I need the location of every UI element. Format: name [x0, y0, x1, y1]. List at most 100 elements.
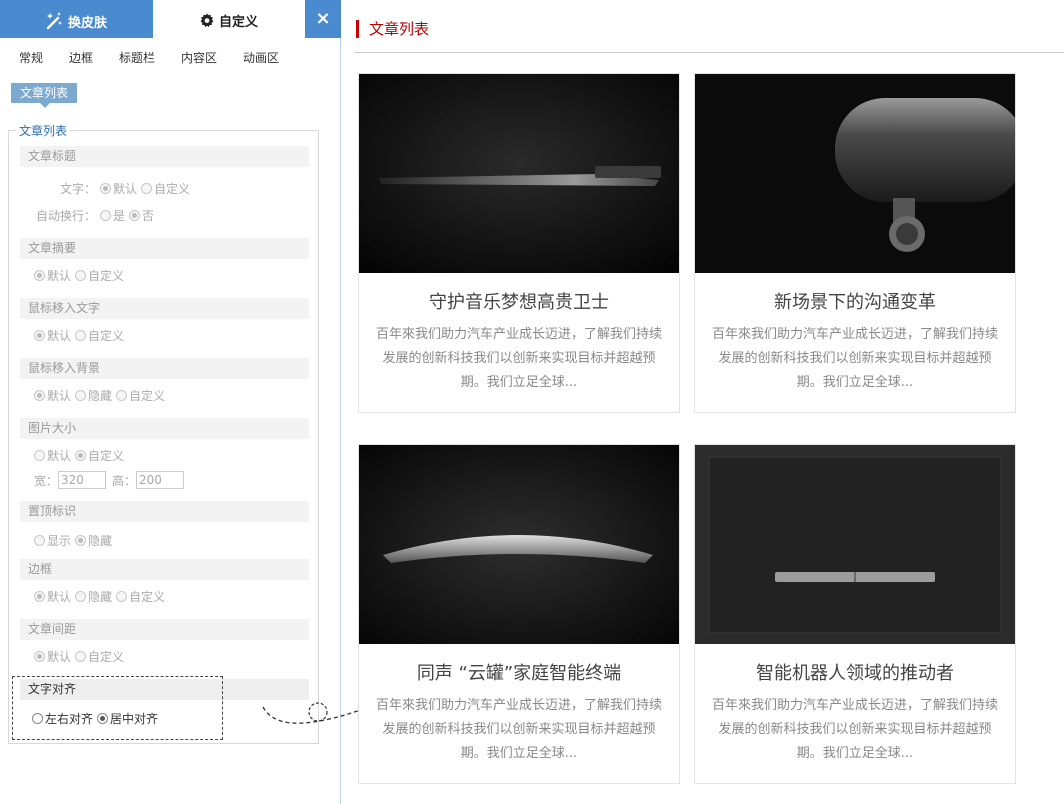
- radio-hover-text-default[interactable]: [34, 329, 45, 341]
- article-card[interactable]: 同声 “云罐”家庭智能终端 百年來我们助力汽车产业成长迈进，了解我们持续发展的创…: [358, 444, 680, 784]
- width-label: 宽：: [34, 473, 59, 488]
- title-divider: [354, 52, 1064, 53]
- subnav-border[interactable]: 边框: [69, 49, 93, 66]
- tab-custom-label: 自定义: [219, 15, 259, 30]
- radio-top-show[interactable]: [34, 534, 45, 546]
- article-card[interactable]: 智能机器人领域的推动者 百年來我们助力汽车产业成长迈进，了解我们持续发展的创新科…: [694, 444, 1016, 784]
- article-title[interactable]: 新场景下的沟通变革: [695, 288, 1015, 314]
- panel-tabs: 换皮肤 自定义 ×: [0, 0, 341, 38]
- tab-skin[interactable]: 换皮肤: [0, 0, 153, 38]
- row-image-size: 默认 自定义: [30, 447, 124, 463]
- radio-label: 自定义: [88, 649, 125, 664]
- settings-group-legend: 文章列表: [16, 122, 71, 139]
- radio-img-default[interactable]: [34, 449, 45, 461]
- row-spacing: 默认 自定义: [30, 648, 124, 664]
- radio-summary-default[interactable]: [34, 269, 45, 281]
- width-input[interactable]: 320: [58, 471, 107, 489]
- close-icon: ×: [315, 8, 331, 29]
- radio-label: 默认: [47, 388, 72, 403]
- article-summary: 百年來我们助力汽车产业成长迈进，了解我们持续发展的创新科技我们以创新来实现目标并…: [375, 698, 662, 761]
- sub-navigation: 常规 边框 标题栏 内容区 动画区: [0, 38, 341, 75]
- article-card[interactable]: 新场景下的沟通变革 百年來我们助力汽车产业成长迈进，了解我们持续发展的创新科技我…: [694, 73, 1016, 413]
- article-summary: 百年來我们助力汽车产业成长迈进，了解我们持续发展的创新科技我们以创新来实现目标并…: [711, 698, 998, 761]
- magic-wand-icon: [46, 12, 62, 30]
- article-title[interactable]: 智能机器人领域的推动者: [695, 659, 1015, 685]
- radio-border-hide[interactable]: [75, 590, 87, 602]
- radio-label: 隐藏: [88, 589, 113, 604]
- radio-title-default[interactable]: [100, 182, 112, 194]
- radio-summary-custom[interactable]: [75, 269, 87, 281]
- radio-label: 否: [142, 208, 155, 223]
- radio-top-hide[interactable]: [75, 534, 87, 546]
- wrap-label: 自动换行：: [36, 208, 97, 223]
- section-border: 边框: [20, 559, 309, 580]
- radio-img-custom[interactable]: [75, 449, 87, 461]
- radio-label: 显示: [47, 533, 72, 548]
- radio-label: 自定义: [88, 328, 125, 343]
- radio-border-default[interactable]: [34, 590, 45, 602]
- section-hover-text: 鼠标移入文字: [20, 298, 309, 319]
- radio-wrap-no[interactable]: [129, 209, 141, 221]
- radio-label: 是: [113, 208, 126, 223]
- article-title[interactable]: 守护音乐梦想高贵卫士: [359, 288, 679, 314]
- section-top-mark: 置顶标识: [20, 501, 309, 522]
- radio-title-custom[interactable]: [141, 182, 153, 194]
- article-summary: 百年來我们助力汽车产业成长迈进，了解我们持续发展的创新科技我们以创新来实现目标并…: [375, 327, 662, 390]
- radio-label: 隐藏: [88, 533, 113, 548]
- article-thumbnail[interactable]: [359, 74, 679, 273]
- subnav-content[interactable]: 内容区: [181, 49, 217, 66]
- article-list-preview: 文章列表 守护音乐梦想高贵卫士 百年來我们助力汽车产业成长迈进，了解我们持续发展…: [342, 0, 1064, 804]
- article-title[interactable]: 同声 “云罐”家庭智能终端: [359, 659, 679, 685]
- radio-label: 自定义: [129, 388, 166, 403]
- section-spacing: 文章间距: [20, 619, 309, 640]
- row-image-dimensions: 宽： 320 高： 200: [34, 471, 190, 489]
- title-text-label: 文字：: [60, 181, 97, 196]
- article-thumbnail[interactable]: [695, 74, 1015, 273]
- radio-border-custom[interactable]: [116, 590, 128, 602]
- radio-hover-bg-custom[interactable]: [116, 389, 128, 401]
- radio-label: 自定义: [154, 181, 191, 196]
- gear-icon: [200, 13, 214, 27]
- radio-label: 默认: [47, 328, 72, 343]
- row-hover-text: 默认 自定义: [30, 327, 124, 343]
- radio-label: 默认: [47, 448, 72, 463]
- radio-label: 自定义: [88, 268, 125, 283]
- article-thumbnail[interactable]: [695, 445, 1015, 644]
- radio-label: 默认: [113, 181, 138, 196]
- breadcrumb: 文章列表: [11, 83, 77, 108]
- row-hover-bg: 默认 隐藏 自定义: [30, 387, 165, 403]
- radio-spacing-default[interactable]: [34, 650, 45, 662]
- row-title-text: 文字： 默认 自定义: [60, 180, 190, 196]
- article-card[interactable]: 守护音乐梦想高贵卫士 百年來我们助力汽车产业成长迈进，了解我们持续发展的创新科技…: [358, 73, 680, 413]
- radio-label: 默认: [47, 589, 72, 604]
- article-thumbnail[interactable]: [359, 445, 679, 644]
- radio-label: 隐藏: [88, 388, 113, 403]
- radio-label: 默认: [47, 649, 72, 664]
- radio-label: 自定义: [129, 589, 166, 604]
- row-border: 默认 隐藏 自定义: [30, 588, 165, 604]
- radio-label: 默认: [47, 268, 72, 283]
- radio-spacing-custom[interactable]: [75, 650, 87, 662]
- section-summary: 文章摘要: [20, 238, 309, 259]
- section-hover-bg: 鼠标移入背景: [20, 358, 309, 379]
- row-top-mark: 显示 隐藏: [30, 532, 112, 548]
- height-input[interactable]: 200: [136, 471, 185, 489]
- radio-hover-bg-hide[interactable]: [75, 389, 87, 401]
- customize-panel: 换皮肤 自定义 × 常规 边框 标题栏 内容区 动画区 文章列表 文章列表 文章…: [0, 0, 341, 804]
- tab-custom[interactable]: 自定义: [153, 0, 305, 38]
- radio-hover-text-custom[interactable]: [75, 329, 87, 341]
- close-button[interactable]: ×: [305, 0, 341, 38]
- highlight-box: [12, 676, 223, 740]
- radio-hover-bg-default[interactable]: [34, 389, 45, 401]
- row-summary: 默认 自定义: [30, 267, 124, 283]
- subnav-general[interactable]: 常规: [19, 49, 43, 66]
- height-label: 高：: [112, 473, 137, 488]
- radio-wrap-yes[interactable]: [100, 209, 112, 221]
- row-title-wrap: 自动换行： 是 否: [36, 207, 154, 223]
- section-image-size: 图片大小: [20, 418, 309, 439]
- tab-skin-label: 换皮肤: [68, 15, 108, 31]
- subnav-titlebar[interactable]: 标题栏: [119, 49, 155, 66]
- article-summary: 百年來我们助力汽车产业成长迈进，了解我们持续发展的创新科技我们以创新来实现目标并…: [711, 327, 998, 390]
- radio-label: 自定义: [88, 448, 125, 463]
- subnav-animation[interactable]: 动画区: [243, 49, 279, 66]
